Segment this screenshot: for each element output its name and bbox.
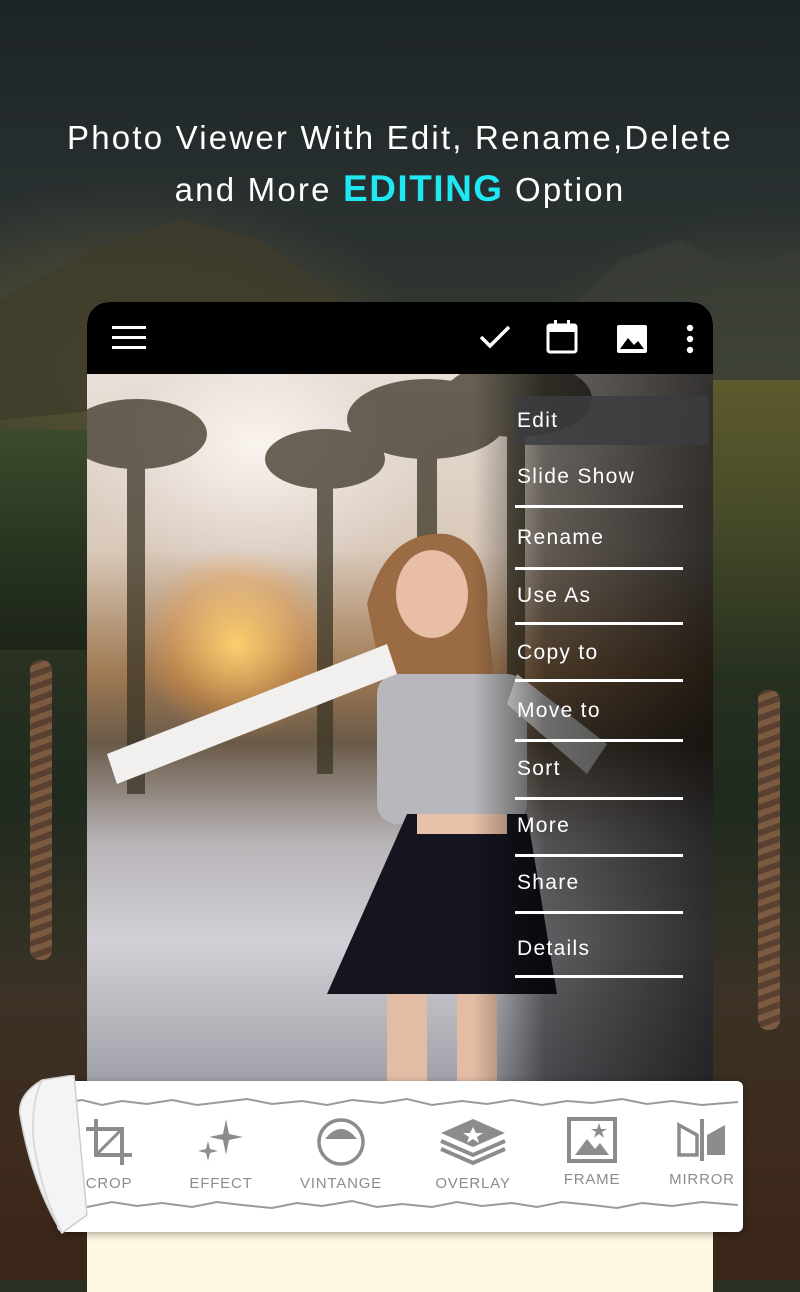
tool-overlay[interactable]: OVERLAY [418, 1117, 528, 1192]
lake-right [700, 380, 800, 680]
torn-edge-top [62, 1097, 738, 1107]
headline-line-1: Photo Viewer With Edit, Rename,Delete [67, 119, 733, 156]
image-icon[interactable] [616, 324, 648, 354]
torn-edge-bottom [62, 1199, 738, 1210]
menu-item-rename[interactable]: Rename [515, 508, 683, 570]
frame-icon [567, 1117, 617, 1163]
tool-label-vintage: VINTANGE [300, 1175, 382, 1192]
tool-label-effect: EFFECT [189, 1175, 253, 1192]
headline-line-2-prefix: and More [174, 171, 344, 208]
tool-label-frame: FRAME [563, 1171, 621, 1188]
menu-item-details[interactable]: Details [515, 914, 683, 978]
lake-left [0, 430, 100, 650]
rope-post-left [30, 660, 52, 960]
menu-item-sort[interactable]: Sort [515, 742, 683, 800]
effects-tool-strip: CROP EFFECT VINTANGE OVERLAY FRAME MIRRO… [57, 1081, 743, 1232]
tool-frame[interactable]: FRAME [537, 1117, 647, 1188]
more-vert-icon[interactable] [685, 324, 695, 354]
tool-effect[interactable]: EFFECT [166, 1117, 276, 1192]
page-curl-decoration [18, 1075, 88, 1235]
tool-mirror[interactable]: MIRROR [647, 1117, 757, 1188]
menu-item-share[interactable]: Share [515, 857, 683, 914]
vintage-icon [317, 1118, 365, 1166]
promo-headline: Photo Viewer With Edit, Rename,Delete an… [0, 112, 800, 215]
menu-item-slide-show[interactable]: Slide Show [515, 448, 683, 508]
menu-item-move-to[interactable]: Move to [515, 682, 683, 742]
tool-label-overlay: OVERLAY [435, 1175, 511, 1192]
app-toolbar [87, 302, 713, 374]
headline-line-2: and More EDITING Option [0, 163, 800, 215]
calendar-icon[interactable] [546, 320, 578, 354]
menu-item-more[interactable]: More [515, 800, 683, 857]
headline-line-2-suffix: Option [503, 171, 626, 208]
menu-icon[interactable] [112, 324, 146, 352]
check-icon[interactable] [479, 324, 511, 350]
layers-icon [440, 1119, 506, 1166]
mirror-icon [677, 1119, 725, 1161]
menu-item-copy-to[interactable]: Copy to [515, 625, 683, 682]
menu-item-edit[interactable]: Edit [515, 396, 709, 445]
headline-accent-word: EDITING [343, 168, 504, 209]
sparkle-icon [198, 1119, 243, 1161]
tool-vintage[interactable]: VINTANGE [286, 1117, 396, 1192]
tool-label-mirror: MIRROR [669, 1171, 735, 1188]
rope-post-right [758, 690, 780, 1030]
menu-item-use-as[interactable]: Use As [515, 570, 683, 625]
